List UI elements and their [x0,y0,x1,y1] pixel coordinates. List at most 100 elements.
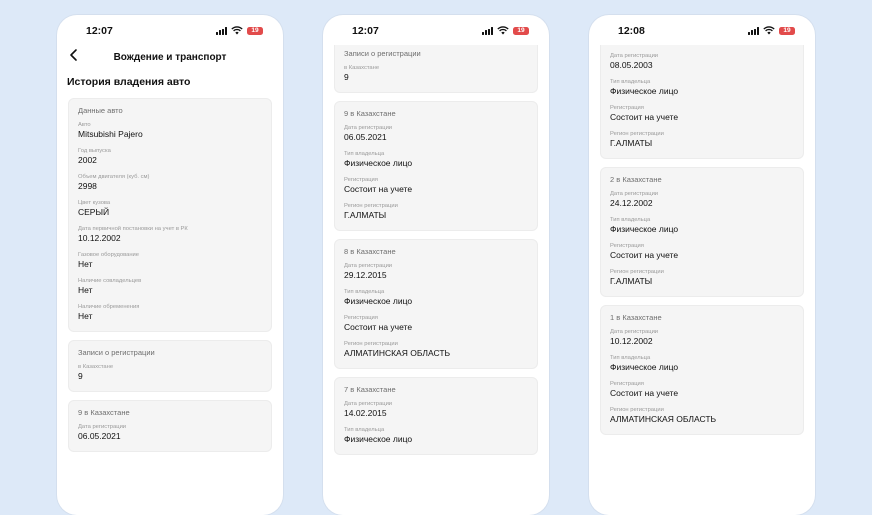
field-value: Физическое лицо [344,158,413,168]
field-value: Физическое лицо [610,224,679,234]
field-value: 10.12.2002 [610,336,653,346]
field-region: Регион регистрации Г.АЛМАТЫ [610,130,794,149]
field-label: Регистрация [344,177,378,183]
field-value: Нет [78,259,93,269]
field-value: Состоит на учете [344,184,413,194]
field-value: 08.05.2003 [610,60,653,70]
field-value: 2002 [78,155,97,165]
card-title: 1 в Казахстане [610,313,662,322]
field-value: 06.05.2021 [78,431,121,441]
registration-card: 7 в Казахстане Дата регистрации 14.02.201… [334,377,538,455]
field-label: Тип владельца [344,427,385,433]
field-label: Регистрация [610,243,644,249]
field-reg-date: Дата регистрации 29.12.2015 [344,262,528,281]
field-label: Объем двигателя (куб. см) [78,174,150,180]
field-label: Дата регистрации [610,329,659,335]
field-label: Дата регистрации [344,125,393,131]
field-value: 10.12.2002 [78,233,121,243]
field-reg-date: Дата регистрации 24.12.2002 [610,190,794,209]
field-first-registration: Дата первичной постановки на учет в РК 10… [78,225,262,244]
wifi-icon [763,26,775,35]
cellular-signal-icon [482,26,493,35]
field-value: 24.12.2002 [610,198,653,208]
status-bar: 12:07 19 [57,15,283,45]
field-records-count: в Казахстане 9 [344,64,528,83]
field-registration: Регистрация Состоит на учете [610,242,794,261]
card-title: 9 в Казахстане [344,109,396,118]
field-encumbrance: Наличие обременения Нет [78,303,262,322]
status-time: 12:07 [352,25,379,37]
field-label: Тип владельца [610,79,651,85]
field-label: Регион регистрации [610,269,664,275]
field-value: Физическое лицо [344,434,413,444]
field-value: Состоит на учете [344,322,413,332]
field-value: 2998 [78,181,97,191]
scroll-content[interactable]: Записи о регистрации в Казахстане 9 9 в К… [323,45,549,463]
field-registration: Регистрация Состоит на учете [610,380,794,399]
field-label: в Казахстане [78,364,114,370]
field-coowners: Наличие совладельцев Нет [78,277,262,296]
field-value: Нет [78,285,93,295]
field-value: 06.05.2021 [344,132,387,142]
field-value: 9 [344,72,349,82]
registration-records-card: Записи о регистрации в Казахстане 9 [68,340,272,392]
card-title: 9 в Казахстане [78,408,130,417]
field-region: Регион регистрации Г.АЛМАТЫ [610,268,794,287]
field-label: Регион регистрации [610,407,664,413]
cellular-signal-icon [748,26,759,35]
field-region: Регион регистрации Г.АЛМАТЫ [344,202,528,221]
field-label: Наличие совладельцев [78,278,142,284]
field-owner-type: Тип владельца Физическое лицо [344,150,528,169]
field-value: Нет [78,311,93,321]
field-owner-type: Тип владельца Физическое лицо [610,78,794,97]
field-value: Состоит на учете [610,388,679,398]
registration-card: 2 в Казахстане Дата регистрации 24.12.200… [600,167,804,297]
field-value: Состоит на учете [610,250,679,260]
card-title: 8 в Казахстане [344,247,396,256]
card-title: 2 в Казахстане [610,175,662,184]
field-value: Физическое лицо [610,86,679,96]
registration-card: Дата регистрации 08.05.2003 Тип владельца… [600,45,804,159]
field-label: Год выпуска [78,148,111,154]
field-value: АЛМАТИНСКАЯ ОБЛАСТЬ [344,348,451,358]
field-value: Состоит на учете [610,112,679,122]
registration-records-card: Записи о регистрации в Казахстане 9 [334,45,538,93]
battery-icon: 19 [513,26,529,35]
car-data-card: Данные авто Авто Mitsubishi Pajero Год вы… [68,98,272,332]
field-owner-type: Тип владельца Физическое лицо [610,354,794,373]
phone-screen-3: 12:08 19 Дата регистрации 08.05.2003 Тип … [589,15,815,515]
field-reg-date: Дата регистрации 14.02.2015 [344,400,528,419]
field-label: Авто [78,122,91,128]
status-bar: 12:08 19 [589,15,815,45]
battery-icon: 19 [247,26,263,35]
registration-card: 9 в Казахстане Дата регистрации 06.05.202… [68,400,272,452]
registration-card: 9 в Казахстане Дата регистрации 06.05.202… [334,101,538,231]
page-title: История владения авто [67,76,191,88]
field-label: Регистрация [610,105,644,111]
wifi-icon [231,26,243,35]
field-registration: Регистрация Состоит на учете [344,314,528,333]
field-value: Физическое лицо [344,296,413,306]
registration-card: 8 в Казахстане Дата регистрации 29.12.201… [334,239,538,369]
nav-title: Вождение и транспорт [113,52,227,63]
field-gas: Газовое оборудование Нет [78,251,262,270]
field-reg-date: Дата регистрации 06.05.2021 [78,423,262,442]
scroll-content[interactable]: Дата регистрации 08.05.2003 Тип владельца… [589,45,815,443]
battery-icon: 19 [779,26,795,35]
card-title: Записи о регистрации [78,348,155,357]
field-label: Дата регистрации [610,53,659,59]
field-label: Наличие обременения [78,304,140,310]
field-reg-date: Дата регистрации 10.12.2002 [610,328,794,347]
field-label: Тип владельца [610,217,651,223]
field-value: СЕРЫЙ [78,207,110,217]
field-region: Регион регистрации АЛМАТИНСКАЯ ОБЛАСТЬ [610,406,794,425]
field-value: Г.АЛМАТЫ [610,276,653,286]
field-label: Дата регистрации [610,191,659,197]
field-label: Тип владельца [344,289,385,295]
field-reg-date: Дата регистрации 08.05.2003 [610,52,794,71]
field-registration: Регистрация Состоит на учете [610,104,794,123]
field-value: АЛМАТИНСКАЯ ОБЛАСТЬ [610,414,717,424]
field-value: 14.02.2015 [344,408,387,418]
status-time: 12:07 [86,25,113,37]
status-bar: 12:07 19 [323,15,549,45]
